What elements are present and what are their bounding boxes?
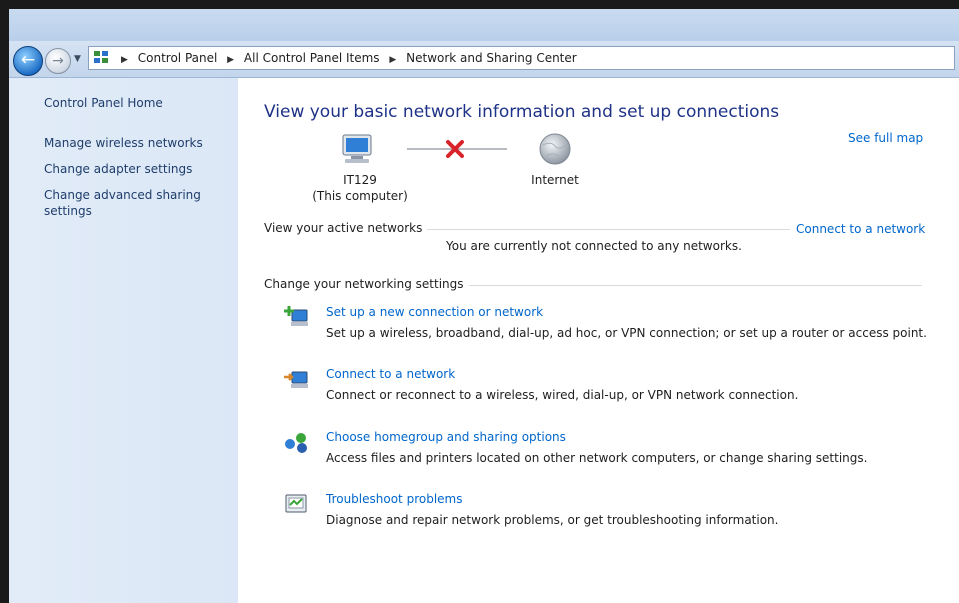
title-bar[interactable]	[9, 9, 959, 41]
breadcrumb: ▶ Control Panel ▶ All Control Panel Item…	[115, 47, 577, 69]
recent-pages-dropdown[interactable]: ▼	[74, 54, 81, 64]
chevron-right-icon[interactable]: ▶	[227, 55, 234, 65]
chevron-right-icon[interactable]: ▶	[121, 55, 128, 65]
address-bar-area: ← → ▼ ▶ Control Panel ▶ All Control Pane…	[9, 41, 959, 78]
error-x-icon[interactable]	[445, 140, 465, 158]
back-button[interactable]: ←	[13, 46, 43, 76]
sidebar-item-control-panel-home[interactable]: Control Panel Home	[44, 95, 163, 111]
new-connection-icon	[284, 306, 308, 326]
homegroup-icon	[285, 433, 307, 453]
forward-button[interactable]: →	[45, 48, 71, 74]
task-troubleshoot: Troubleshoot problems Diagnose and repai…	[283, 492, 943, 532]
main-content: View your basic network information and …	[238, 78, 959, 603]
breadcrumb-network-sharing[interactable]: Network and Sharing Center	[406, 51, 577, 65]
troubleshoot-icon	[285, 494, 307, 513]
computer-node-label: IT129 (This computer)	[312, 172, 408, 204]
arrow-left-icon: ←	[20, 50, 36, 70]
homegroup-link[interactable]: Choose homegroup and sharing options	[326, 430, 566, 444]
connect-network-desc: Connect or reconnect to a wireless, wire…	[326, 388, 799, 402]
breadcrumb-control-panel[interactable]: Control Panel	[138, 51, 218, 65]
troubleshoot-link[interactable]: Troubleshoot problems	[326, 492, 462, 506]
task-setup-connection: Set up a new connection or network Set u…	[283, 305, 943, 345]
active-networks-heading: View your active networks	[264, 221, 428, 235]
breadcrumb-all-items[interactable]: All Control Panel Items	[244, 51, 380, 65]
task-connect-network: Connect to a network Connect or reconnec…	[283, 367, 943, 407]
sidebar-item-change-adapter[interactable]: Change adapter settings	[44, 161, 192, 177]
computer-name: IT129	[343, 173, 377, 187]
window-frame-top	[0, 0, 959, 9]
setup-connection-desc: Set up a wireless, broadband, dial-up, a…	[326, 326, 927, 340]
computer-subtitle: (This computer)	[312, 189, 408, 203]
page-title: View your basic network information and …	[264, 102, 780, 122]
sidebar: Control Panel Home Manage wireless netwo…	[9, 78, 238, 603]
homegroup-desc: Access files and printers located on oth…	[326, 451, 868, 465]
window-frame-left	[0, 0, 9, 603]
internet-label: Internet	[531, 173, 579, 187]
see-full-map-link[interactable]: See full map	[848, 131, 923, 145]
address-field[interactable]: ▶ Control Panel ▶ All Control Panel Item…	[88, 46, 955, 70]
connect-network-icon	[284, 371, 308, 388]
chevron-right-icon[interactable]: ▶	[389, 55, 396, 65]
connect-network-link[interactable]: Connect to a network	[790, 222, 926, 236]
computer-icon[interactable]	[341, 134, 375, 164]
connect-network-task-link[interactable]: Connect to a network	[326, 367, 455, 381]
not-connected-message: You are currently not connected to any n…	[446, 239, 742, 253]
troubleshoot-desc: Diagnose and repair network problems, or…	[326, 513, 779, 527]
control-panel-icon	[94, 51, 108, 63]
arrow-right-icon: →	[52, 53, 64, 69]
task-homegroup: Choose homegroup and sharing options Acc…	[283, 430, 943, 470]
internet-globe-icon[interactable]	[537, 132, 573, 166]
sidebar-item-manage-wireless[interactable]: Manage wireless networks	[44, 135, 203, 151]
sidebar-item-advanced-sharing[interactable]: Change advanced sharing settings	[44, 187, 224, 219]
setup-connection-link[interactable]: Set up a new connection or network	[326, 305, 543, 319]
settings-heading: Change your networking settings	[264, 277, 469, 291]
